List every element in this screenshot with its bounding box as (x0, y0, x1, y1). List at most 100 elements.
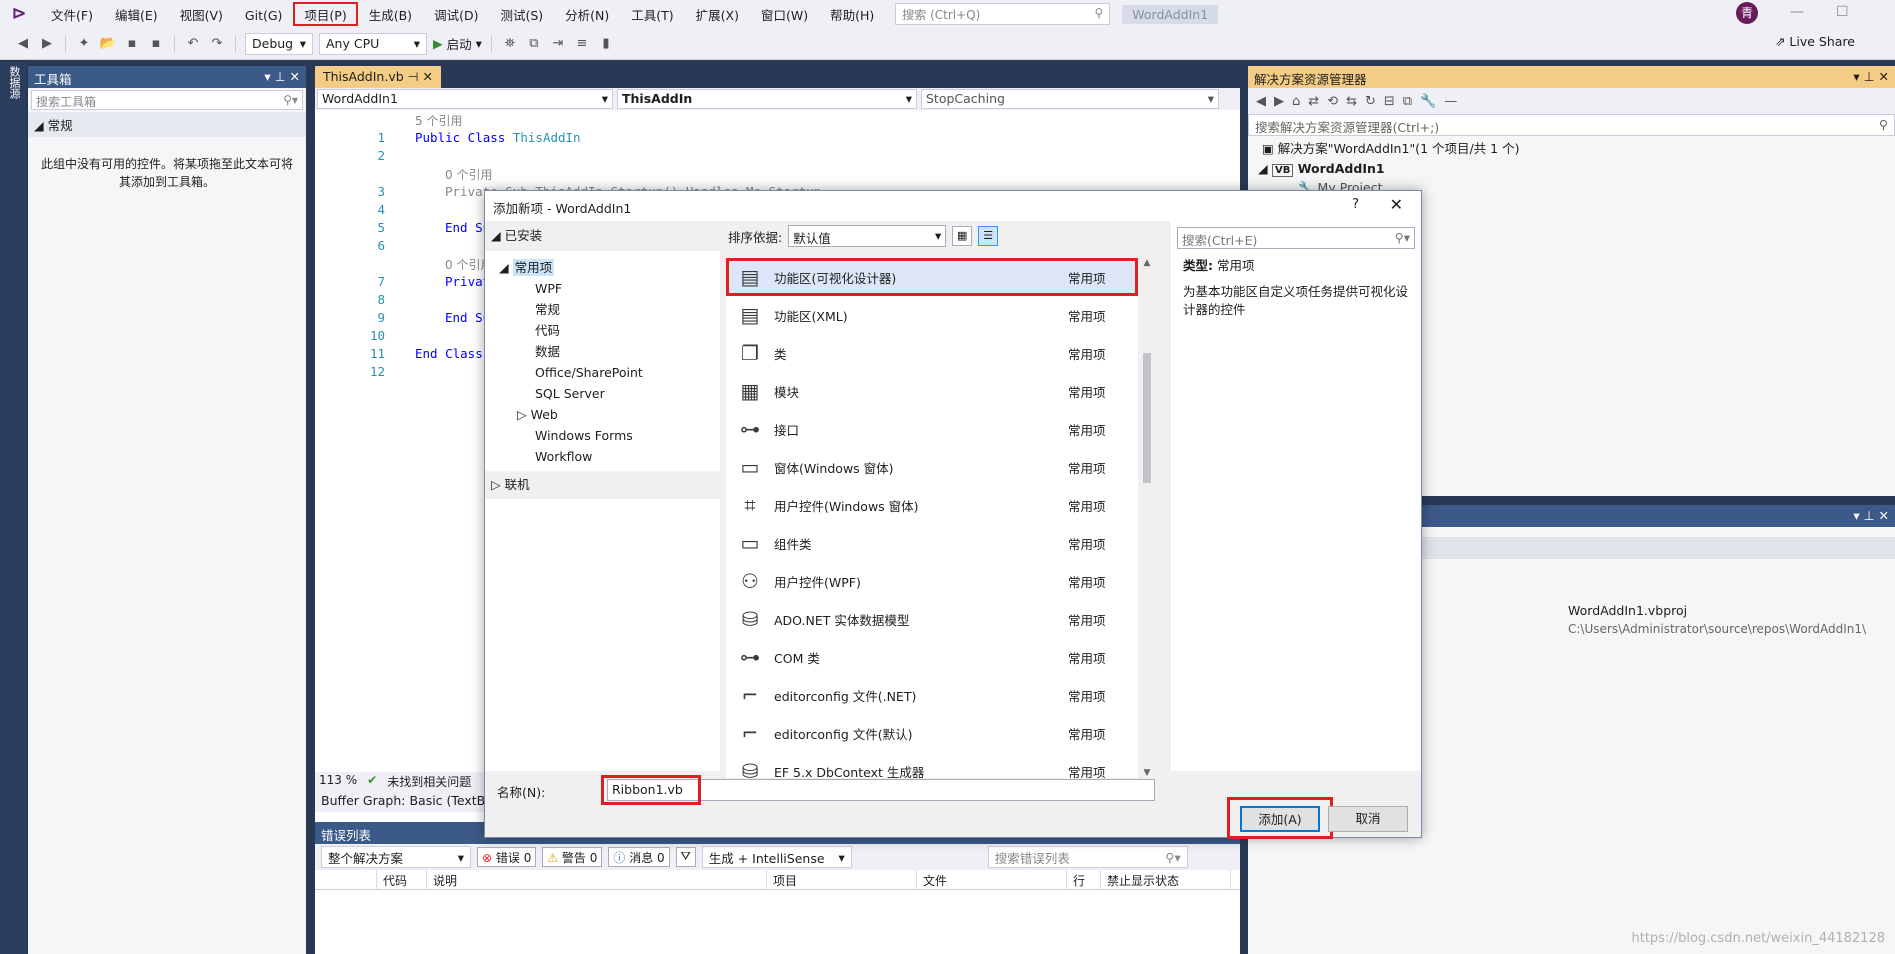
template-item[interactable]: ⚇ 用户控件(WPF) 常用项 (726, 562, 1138, 600)
bookmark-icon[interactable]: ▮ (597, 35, 615, 53)
error-scope-select[interactable]: 整个解决方案 ▾ (321, 846, 471, 868)
close-icon[interactable]: ✕ (1879, 69, 1889, 84)
dropdown-icon[interactable]: ▾ (264, 69, 270, 84)
menu-tools[interactable]: 工具(T) (620, 2, 684, 26)
tree-windows-forms[interactable]: Windows Forms (485, 425, 720, 446)
live-share-button[interactable]: ⇗ Live Share (1775, 34, 1855, 49)
tree-general[interactable]: 常规 (485, 299, 720, 320)
data-sources-tab[interactable]: 数据源 (6, 66, 22, 99)
collapse-all-icon[interactable]: ⊟ (1384, 94, 1395, 109)
tree-office-sharepoint[interactable]: Office/SharePoint (485, 362, 720, 383)
browser-link-icon[interactable]: ⛯ (501, 35, 519, 53)
tree-workflow[interactable]: Workflow (485, 446, 720, 467)
maximize-icon[interactable]: ☐ (1836, 4, 1849, 20)
toolbox-group-general[interactable]: ◢ 常规 (28, 112, 306, 137)
menu-edit[interactable]: 编辑(E) (104, 2, 169, 26)
step-icon[interactable]: ⇥ (549, 35, 567, 53)
menu-window[interactable]: 窗口(W) (750, 2, 819, 26)
platform-select[interactable]: Any CPU ▾ (319, 32, 427, 55)
global-search-input[interactable]: 搜索 (Ctrl+Q) ⚲ (895, 3, 1111, 25)
redo-icon[interactable]: ↷ (208, 35, 226, 53)
pin-icon[interactable]: ⊥ (1864, 69, 1875, 84)
home-icon[interactable]: ⌂ (1292, 94, 1300, 109)
dialog-close-button[interactable]: ✕ (1390, 195, 1403, 214)
template-item[interactable]: ⛁ ADO.NET 实体数据模型 常用项 (726, 600, 1138, 638)
back-icon[interactable]: ◀ (1256, 94, 1266, 109)
solution-root-node[interactable]: ▣ 解决方案"WordAddIn1"(1 个项目/共 1 个) (1248, 136, 1895, 159)
save-icon[interactable]: ▪ (123, 35, 141, 53)
close-icon[interactable]: ✕ (423, 69, 433, 84)
tree-web[interactable]: ▷ Web (485, 404, 720, 425)
menu-help[interactable]: 帮助(H) (819, 2, 885, 26)
errors-filter-button[interactable]: ⊗ 错误 0 (477, 847, 537, 867)
menu-extensions[interactable]: 扩展(X) (685, 2, 750, 26)
open-folder-icon[interactable]: 📂 (99, 35, 117, 53)
project-node[interactable]: ◢ VB WordAddIn1 (1248, 159, 1895, 178)
menu-file[interactable]: 文件(F) (40, 2, 104, 26)
save-all-icon[interactable]: ▪ (147, 35, 165, 53)
template-item[interactable]: ▦ 模块 常用项 (726, 372, 1138, 410)
template-list-scrollbar[interactable]: ▲ ▼ (1140, 258, 1154, 778)
start-button[interactable]: ▶ 启动 ▾ (433, 34, 482, 53)
template-item[interactable]: ⌐ editorconfig 文件(默认) 常用项 (726, 714, 1138, 752)
dropdown-icon[interactable]: ▾ (1853, 508, 1859, 523)
menu-analyze[interactable]: 分析(N) (554, 2, 620, 26)
scrollbar-thumb[interactable] (1143, 353, 1151, 483)
refresh-icon[interactable]: ↻ (1365, 94, 1376, 109)
template-item[interactable]: ⊶ 接口 常用项 (726, 410, 1138, 448)
properties-icon[interactable]: 🔧 (1420, 94, 1436, 109)
tree-data[interactable]: 数据 (485, 341, 720, 362)
project-nav-select[interactable]: WordAddIn1 ▾ (317, 89, 613, 109)
tree-online[interactable]: ▷ 联机 (485, 471, 720, 499)
toolbox-search-input[interactable]: 搜索工具箱 ⚲▾ (31, 90, 303, 110)
solution-search-input[interactable]: 搜索解决方案资源管理器(Ctrl+;) ⚲ (1248, 114, 1895, 136)
minimize-icon[interactable]: — (1790, 4, 1804, 20)
zoom-select[interactable]: 113 % (319, 773, 357, 789)
dropdown-icon[interactable]: ▾ (1853, 69, 1859, 84)
switch-views-icon[interactable]: ⇄ (1308, 94, 1319, 109)
grid-view-icon[interactable]: ▦ (952, 226, 973, 246)
menu-build[interactable]: 生成(B) (358, 2, 423, 26)
column-line[interactable]: 行 (1067, 870, 1101, 889)
template-search-input[interactable]: 搜索(Ctrl+E) ⚲▾ (1177, 227, 1415, 249)
forward-icon[interactable]: ▶ (38, 35, 56, 53)
pin-icon[interactable]: ⊣ (408, 69, 419, 84)
property-file-name[interactable]: WordAddIn1.vbproj (1568, 603, 1687, 618)
comment-icon[interactable]: ≡ (573, 35, 591, 53)
build-filter-select[interactable]: 生成 + IntelliSense ▾ (701, 846, 852, 868)
template-item[interactable]: ▭ 组件类 常用项 (726, 524, 1138, 562)
list-view-icon[interactable]: ☰ (978, 226, 999, 246)
back-icon[interactable]: ◀ (14, 35, 32, 53)
template-item[interactable]: ⌗ 用户控件(Windows 窗体) 常用项 (726, 486, 1138, 524)
sync-icon[interactable]: ⇆ (1346, 94, 1357, 109)
close-icon[interactable]: ✕ (1879, 508, 1889, 523)
menu-git[interactable]: Git(G) (234, 2, 294, 26)
pin-icon[interactable]: ⊥ (275, 69, 286, 84)
member-nav-select[interactable]: StopCaching ▾ (921, 89, 1219, 109)
error-search-input[interactable]: 搜索错误列表 ⚲▾ (987, 846, 1188, 868)
visual-studio-logo-icon[interactable]: ⊳ (6, 2, 32, 26)
template-item[interactable]: ▤ 功能区(XML) 常用项 (726, 296, 1138, 334)
tree-sql-server[interactable]: SQL Server (485, 383, 720, 404)
config-select[interactable]: Debug ▾ (245, 32, 313, 55)
template-item[interactable]: ❐ 类 常用项 (726, 334, 1138, 372)
menu-test[interactable]: 测试(S) (489, 2, 554, 26)
add-button[interactable]: 添加(A) (1240, 806, 1320, 832)
column-project[interactable]: 项目 (767, 870, 917, 889)
user-avatar[interactable]: 青 (1736, 2, 1758, 24)
reference-count[interactable]: 5 个引用 (415, 112, 462, 129)
tree-wpf[interactable]: WPF (485, 278, 720, 299)
column-suppression[interactable]: 禁止显示状态 (1101, 870, 1231, 889)
template-item[interactable]: ⊶ COM 类 常用项 (726, 638, 1138, 676)
tree-installed[interactable]: ◢ 已安装 (485, 221, 720, 251)
column-description[interactable]: 说明 (427, 870, 767, 889)
scroll-up-icon[interactable]: ▲ (1140, 258, 1154, 268)
menu-debug[interactable]: 调试(D) (423, 2, 489, 26)
close-icon[interactable]: ✕ (290, 69, 300, 84)
column-file[interactable]: 文件 (917, 870, 1067, 889)
column-code[interactable]: 代码 (377, 870, 427, 889)
template-item[interactable]: ▭ 窗体(Windows 窗体) 常用项 (726, 448, 1138, 486)
show-all-icon[interactable]: ⧉ (1403, 94, 1412, 109)
pin-icon[interactable]: ⊥ (1864, 508, 1875, 523)
warnings-filter-button[interactable]: ⚠ 警告 0 (542, 847, 603, 867)
